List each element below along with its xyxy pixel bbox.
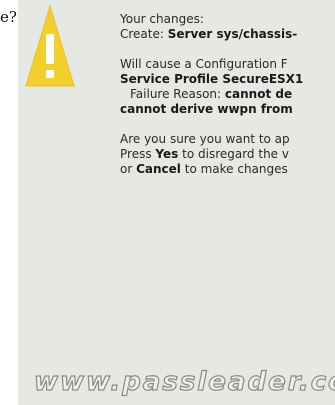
service-profile-line: Service Profile SecureESX1 <box>120 72 335 87</box>
will-cause-line: Will cause a Configuration F <box>120 57 288 71</box>
failure-reason-label: Failure Reason: <box>130 87 222 101</box>
changes-heading: Your changes: <box>120 12 204 26</box>
warning-icon <box>25 4 75 87</box>
failure-reason-value: cannot de <box>224 87 293 101</box>
cancel-instruction-line: or Cancel to make changes <box>120 162 335 177</box>
press-suffix: to disregard the v <box>182 147 289 161</box>
dialog-message: Your changes: Create: Server sys/chassis… <box>120 12 335 177</box>
cancel-suffix: to make changes <box>184 162 288 176</box>
confirm-question: Are you sure you want to ap <box>120 132 290 146</box>
wwpn-error-line: cannot derive wwpn from <box>120 102 335 117</box>
create-prefix: Create: <box>120 27 164 41</box>
watermark-text: www.passleader.co <box>33 366 335 397</box>
yes-instruction-line: Press Yes to disregard the v <box>120 147 335 162</box>
cancel-keyword: Cancel <box>136 162 181 176</box>
create-target: Server sys/chassis- <box>167 27 298 41</box>
screenshot-page: e? Your changes: Create: Server sys/chas… <box>0 0 335 405</box>
create-line: Create: Server sys/chassis- <box>120 27 335 42</box>
press-prefix: Press <box>120 147 152 161</box>
wwpn-error: cannot derive wwpn from <box>120 102 293 116</box>
confirmation-dialog: Your changes: Create: Server sys/chassis… <box>18 0 335 405</box>
yes-keyword: Yes <box>155 147 179 161</box>
or-prefix: or <box>120 162 133 176</box>
failure-reason-line: Failure Reason: cannot de <box>120 87 335 102</box>
leading-text: e? <box>0 8 17 26</box>
service-profile-name: Service Profile SecureESX1 <box>120 72 304 86</box>
